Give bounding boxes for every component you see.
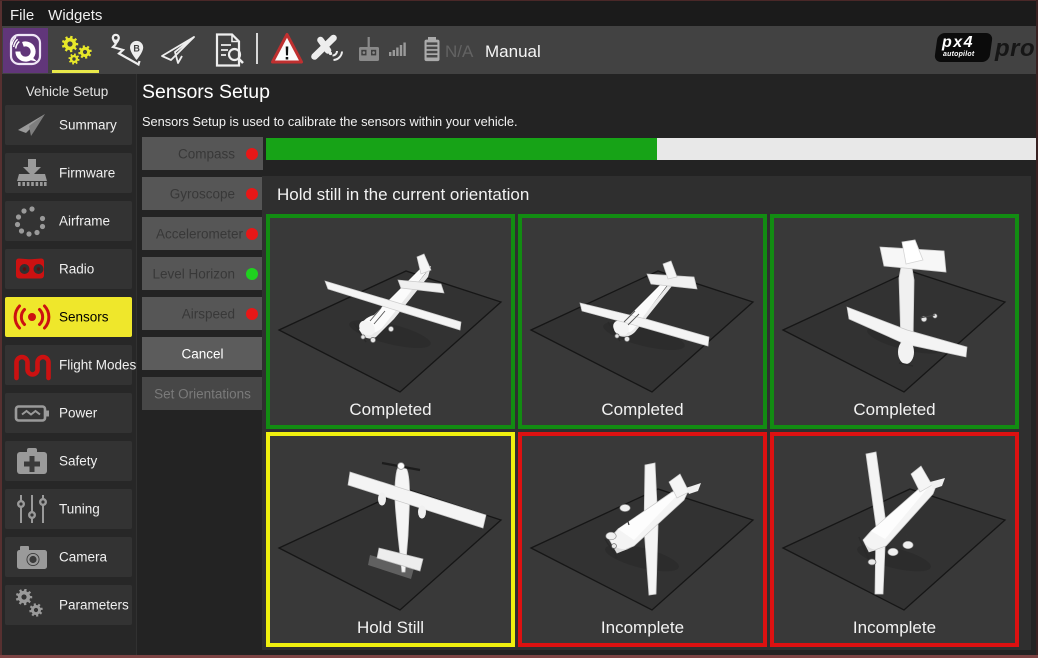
- svg-text:!: !: [284, 44, 290, 64]
- svg-text:B: B: [133, 44, 140, 54]
